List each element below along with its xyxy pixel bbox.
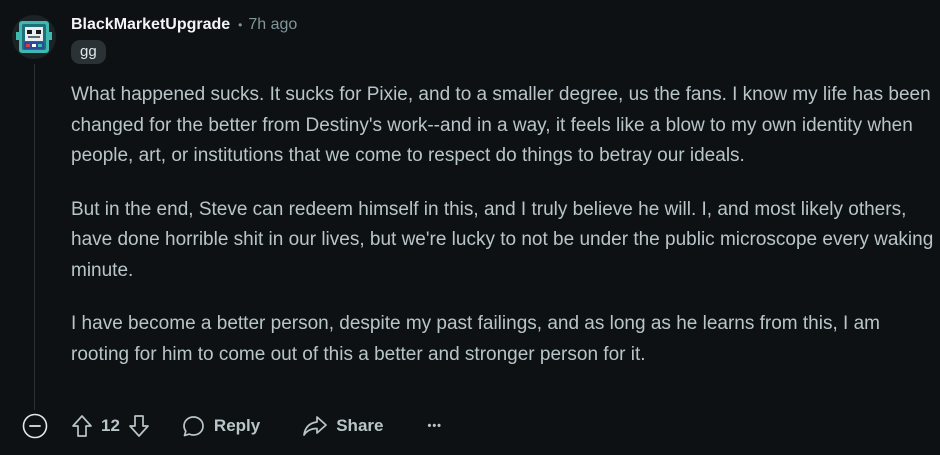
share-label: Share	[336, 416, 384, 435]
thread-line[interactable]	[34, 64, 35, 410]
share-arrow-icon	[302, 415, 328, 437]
collapse-button[interactable]	[20, 411, 50, 441]
upvote-button[interactable]	[69, 413, 95, 439]
downvote-arrow-icon	[129, 415, 149, 437]
more-options-button[interactable]: •••	[427, 408, 442, 444]
comment-paragraph: What happened sucks. It sucks for Pixie,…	[71, 84, 931, 166]
comment-header: BlackMarketUpgrade • 7h ago	[71, 14, 297, 36]
reply-button[interactable]: Reply	[182, 408, 260, 444]
speech-bubble-icon	[182, 415, 205, 438]
user-flair: gg	[71, 40, 106, 64]
comment-paragraph: But in the end, Steve can redeem himself…	[71, 198, 934, 281]
comment-paragraph: I have become a better person, despite m…	[71, 313, 880, 365]
minus-circle-icon	[22, 413, 48, 439]
reply-label: Reply	[213, 416, 261, 435]
username[interactable]: BlackMarketUpgrade	[71, 16, 230, 34]
timestamp[interactable]: 7h ago	[248, 16, 297, 34]
upvote-arrow-icon	[72, 415, 92, 437]
meta-separator: •	[238, 18, 243, 32]
comment-action-bar: 12 Reply Share •••	[20, 408, 442, 444]
downvote-button[interactable]	[126, 413, 152, 439]
avatar[interactable]	[12, 14, 56, 60]
share-button[interactable]: Share	[302, 408, 383, 444]
comment-body: What happened sucks. It sucks for Pixie,…	[71, 80, 937, 393]
ellipsis-icon: •••	[427, 420, 443, 432]
robot-avatar-icon	[12, 15, 56, 59]
vote-count: 12	[101, 416, 120, 435]
